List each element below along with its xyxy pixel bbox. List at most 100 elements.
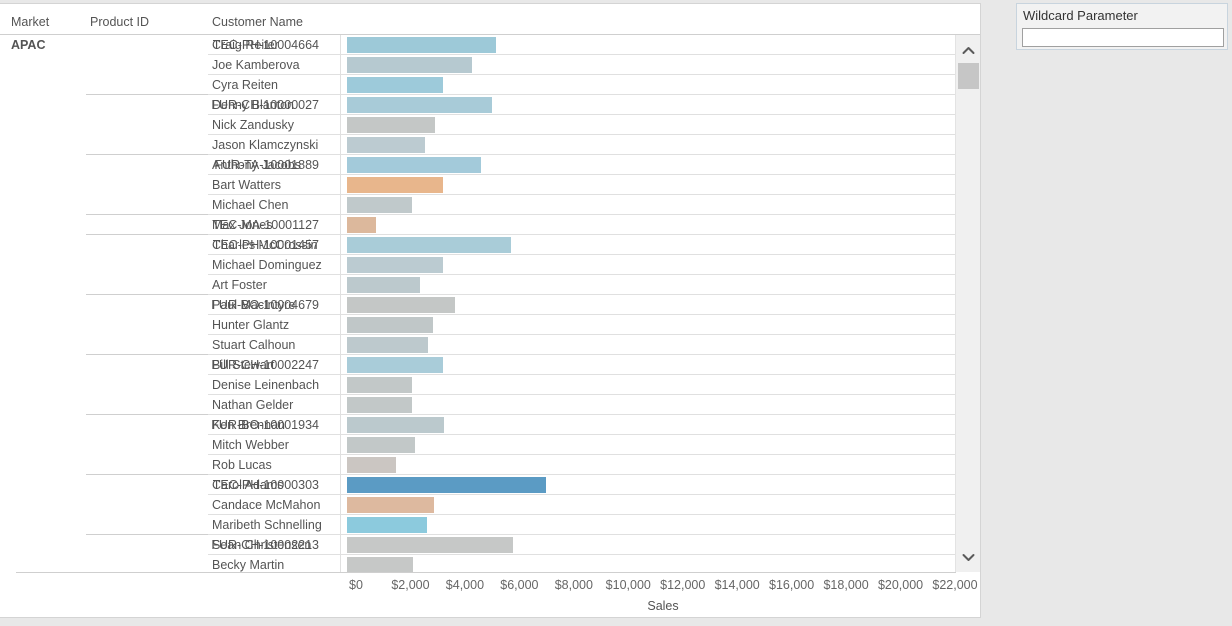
sales-bar[interactable] [347, 377, 412, 393]
bar-column-divider [340, 155, 341, 175]
table-row[interactable]: Cyra Reiten [0, 75, 981, 95]
sales-bar[interactable] [347, 277, 420, 293]
scroll-up-button[interactable] [956, 39, 981, 61]
table-row[interactable]: Bart Watters [0, 175, 981, 195]
sales-bar[interactable] [347, 117, 435, 133]
table-row[interactable]: Mitch Webber [0, 435, 981, 455]
cell-customer-name: Carol Adams [212, 478, 284, 492]
product-group-divider [86, 534, 208, 535]
sales-bar[interactable] [347, 197, 412, 213]
table-body: APACTEC-PH-10004664Craig ReiterJoe Kambe… [0, 35, 981, 572]
table-row[interactable]: FUR-BO-10004679Paul MacIntyre [0, 295, 981, 315]
product-group-divider [86, 234, 208, 235]
table-row[interactable]: Denise Leinenbach [0, 375, 981, 395]
table-row[interactable]: APACTEC-PH-10004664Craig Reiter [0, 35, 981, 55]
wildcard-parameter-input[interactable] [1022, 28, 1224, 47]
product-group-divider [86, 294, 208, 295]
bar-cell [347, 297, 979, 313]
axis-tick-label: $0 [349, 578, 363, 592]
cell-customer-name: Michael Chen [212, 198, 288, 212]
axis-tick-label: $22,000 [932, 578, 977, 592]
sales-bar[interactable] [347, 397, 412, 413]
sales-bar[interactable] [347, 357, 443, 373]
sales-bar[interactable] [347, 137, 425, 153]
sales-bar[interactable] [347, 417, 444, 433]
column-header-product-id[interactable]: Product ID [90, 15, 149, 29]
cell-customer-name: Anthony Jacobs [212, 158, 301, 172]
bar-column-divider [340, 415, 341, 435]
sales-bar[interactable] [347, 557, 413, 572]
cell-customer-name: Nathan Gelder [212, 398, 293, 412]
sales-bar[interactable] [347, 437, 415, 453]
sales-bar[interactable] [347, 337, 428, 353]
table-row[interactable]: FUR-CH-10002247Bill Stewart [0, 355, 981, 375]
table-row[interactable]: TEC-PH-10001457Charles McCrossin [0, 235, 981, 255]
sales-bar[interactable] [347, 497, 434, 513]
table-row[interactable]: Art Foster [0, 275, 981, 295]
table-row[interactable]: Joe Kamberova [0, 55, 981, 75]
table-row[interactable]: Hunter Glantz [0, 315, 981, 335]
sales-bar[interactable] [347, 157, 481, 173]
column-header-customer-name[interactable]: Customer Name [212, 15, 303, 29]
sales-bar[interactable] [347, 77, 443, 93]
table-row[interactable]: Becky Martin [0, 555, 981, 572]
sales-bar[interactable] [347, 57, 472, 73]
table-row[interactable]: Stuart Calhoun [0, 335, 981, 355]
bar-cell [347, 177, 979, 193]
table-row[interactable]: Candace McMahon [0, 495, 981, 515]
bar-column-divider [340, 335, 341, 355]
sales-bar[interactable] [347, 537, 513, 553]
scrollbar-thumb[interactable] [958, 63, 979, 89]
bar-column-divider [340, 355, 341, 375]
sales-bar[interactable] [347, 257, 443, 273]
table-row[interactable]: Michael Dominguez [0, 255, 981, 275]
table-row[interactable]: Michael Chen [0, 195, 981, 215]
chevron-down-icon [962, 553, 975, 562]
sales-bar[interactable] [347, 297, 455, 313]
table-row[interactable]: Rob Lucas [0, 455, 981, 475]
sales-bar[interactable] [347, 317, 433, 333]
cell-customer-name: Stuart Calhoun [212, 338, 295, 352]
bar-column-divider [340, 475, 341, 495]
vertical-scrollbar[interactable] [955, 35, 980, 572]
table-row[interactable]: Jason Klamczynski [0, 135, 981, 155]
sales-bar[interactable] [347, 477, 546, 493]
sales-bar[interactable] [347, 457, 396, 473]
cell-customer-name: Cyra Reiten [212, 78, 278, 92]
table-row[interactable]: FUR-TA-10001889Anthony Jacobs [0, 155, 981, 175]
table-row[interactable]: Nick Zandusky [0, 115, 981, 135]
bar-column-divider [340, 555, 341, 572]
table-row[interactable]: TEC-MA-10001127Max Jones [0, 215, 981, 235]
sales-bar[interactable] [347, 177, 443, 193]
axis-tick-label: $20,000 [878, 578, 923, 592]
sales-bar[interactable] [347, 237, 511, 253]
product-group-divider [86, 414, 208, 415]
bar-column-divider [340, 175, 341, 195]
table-row[interactable]: TEC-PH-10000303Carol Adams [0, 475, 981, 495]
sales-bar[interactable] [347, 37, 496, 53]
cell-market: APAC [11, 38, 46, 52]
scroll-down-button[interactable] [956, 546, 981, 568]
bar-cell [347, 197, 979, 213]
bar-column-divider [340, 135, 341, 155]
axis-tick-label: $12,000 [660, 578, 705, 592]
sales-bar[interactable] [347, 217, 376, 233]
bar-column-divider [340, 275, 341, 295]
table-row[interactable]: Maribeth Schnelling [0, 515, 981, 535]
bar-column-divider [340, 195, 341, 215]
bar-column-divider [340, 375, 341, 395]
table-row[interactable]: Nathan Gelder [0, 395, 981, 415]
table-row[interactable]: FUR-BO-10001934Ken Brennan [0, 415, 981, 435]
table-row[interactable]: FUR-CH-10002213Sean Christensen [0, 535, 981, 555]
sales-bar[interactable] [347, 97, 492, 113]
bar-cell [347, 257, 979, 273]
wildcard-parameter-title: Wildcard Parameter [1023, 8, 1138, 23]
axis-tick-label: $2,000 [391, 578, 429, 592]
product-group-divider [86, 154, 208, 155]
column-header-market[interactable]: Market [11, 15, 49, 29]
table-header: Market Product ID Customer Name [0, 4, 981, 35]
table-row[interactable]: FUR-CH-10000027Denny Blanton [0, 95, 981, 115]
cell-customer-name: Jason Klamczynski [212, 138, 318, 152]
product-group-divider [86, 214, 208, 215]
sales-bar[interactable] [347, 517, 427, 533]
